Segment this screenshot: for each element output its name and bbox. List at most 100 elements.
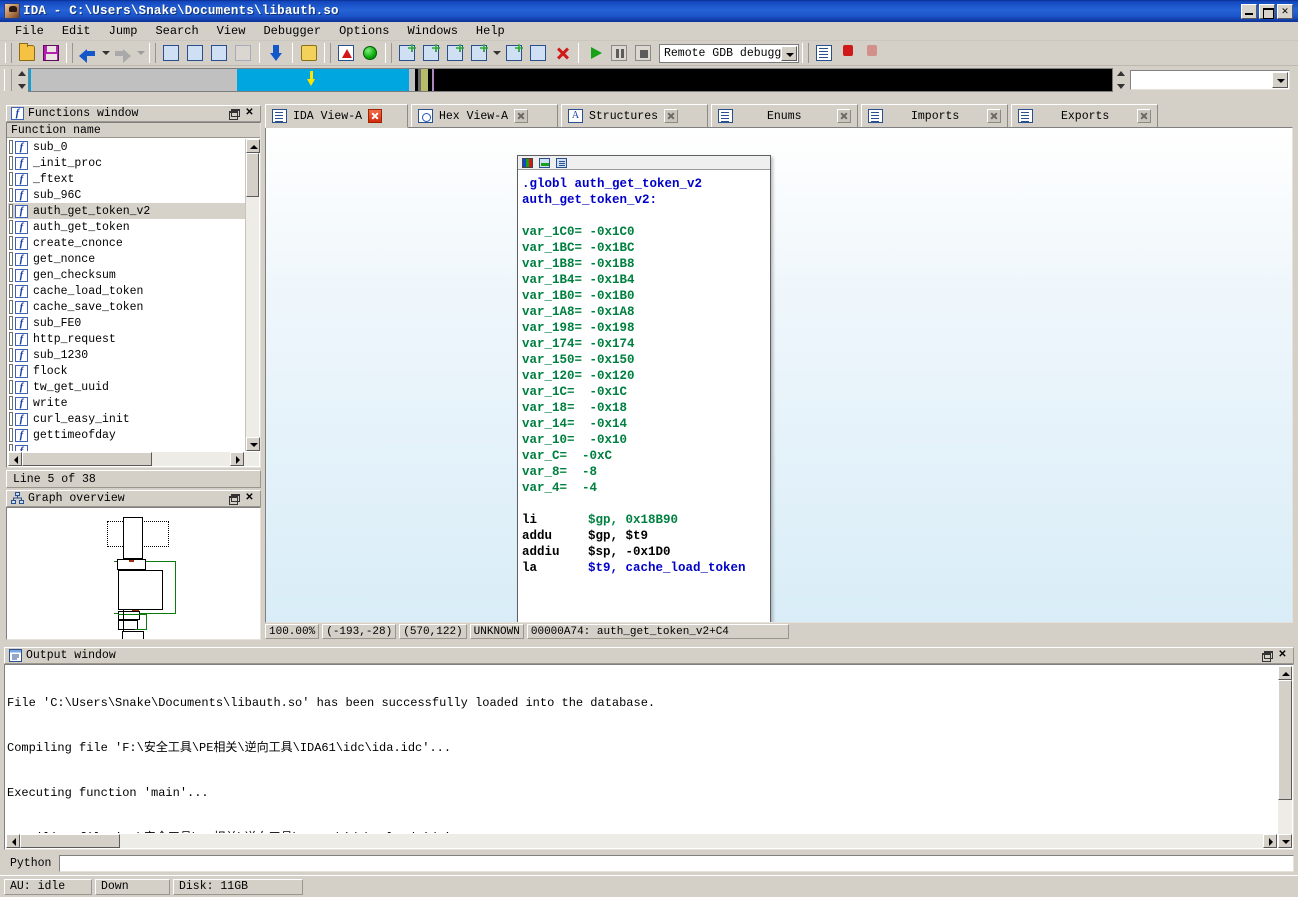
menu-view[interactable]: View <box>208 23 255 39</box>
minimize-icon[interactable] <box>1241 4 1257 19</box>
close-icon[interactable]: ✕ <box>243 107 256 120</box>
close-icon[interactable] <box>837 109 851 123</box>
close-icon[interactable] <box>987 109 1001 123</box>
functions-horizontal-scrollbar[interactable] <box>8 452 259 466</box>
forward-dropdown[interactable] <box>135 42 146 64</box>
menu-windows[interactable]: Windows <box>399 23 467 39</box>
close-icon[interactable]: ✕ <box>1277 4 1293 19</box>
block-edit-icon[interactable] <box>539 158 550 168</box>
search-again-button[interactable] <box>232 42 254 64</box>
close-icon[interactable] <box>368 109 382 123</box>
close-icon[interactable] <box>1137 109 1151 123</box>
toolbar-grip[interactable] <box>5 43 12 63</box>
scrollbar-thumb[interactable] <box>1278 680 1292 800</box>
list-item[interactable]: fcache_load_token <box>8 283 245 299</box>
list-item[interactable]: f <box>8 443 245 451</box>
list-item-selected[interactable]: fauth_get_token_v2 <box>8 203 245 219</box>
make-data-button[interactable] <box>420 42 442 64</box>
tab-imports[interactable]: Imports <box>861 104 1008 127</box>
back-dropdown[interactable] <box>100 42 111 64</box>
close-icon[interactable] <box>664 109 678 123</box>
delete-breakpoint-button[interactable] <box>861 42 883 64</box>
make-array-button[interactable] <box>503 42 525 64</box>
problems-button[interactable] <box>335 42 357 64</box>
color-bars-icon[interactable] <box>522 158 533 168</box>
restore-icon[interactable] <box>1260 649 1273 662</box>
scroll-down-button[interactable] <box>246 437 260 451</box>
menu-file[interactable]: File <box>6 23 53 39</box>
scrollbar-thumb[interactable] <box>22 452 152 466</box>
menu-help[interactable]: Help <box>467 23 514 39</box>
maximize-icon[interactable] <box>1259 4 1275 19</box>
add-breakpoint-button[interactable] <box>837 42 859 64</box>
undefine-button[interactable] <box>551 42 573 64</box>
jump-down-button[interactable] <box>265 42 287 64</box>
menu-debugger[interactable]: Debugger <box>254 23 330 39</box>
close-icon[interactable]: ✕ <box>243 492 256 505</box>
functions-vertical-scrollbar[interactable] <box>245 139 259 451</box>
restore-icon[interactable] <box>227 107 240 120</box>
list-item[interactable]: fsub_1230 <box>8 347 245 363</box>
search-hex-button[interactable] <box>160 42 182 64</box>
list-item[interactable]: fsub_FE0 <box>8 315 245 331</box>
list-item[interactable]: f_ftext <box>8 171 245 187</box>
make-code-button[interactable] <box>396 42 418 64</box>
make-struct-button[interactable] <box>468 42 490 64</box>
search-sequence-button[interactable] <box>208 42 230 64</box>
scroll-left-button[interactable] <box>6 834 20 848</box>
list-item[interactable]: fgen_checksum <box>8 267 245 283</box>
tab-ida-view-a[interactable]: IDA View-A <box>265 104 408 128</box>
function-name-column-header[interactable]: Function name <box>7 123 260 138</box>
pause-button[interactable] <box>608 42 630 64</box>
list-item[interactable]: fflock <box>8 363 245 379</box>
chevron-down-icon[interactable] <box>1272 72 1288 88</box>
forward-button[interactable] <box>112 42 134 64</box>
output-horizontal-scrollbar[interactable] <box>6 834 1277 848</box>
tab-enums[interactable]: Enums <box>711 104 858 127</box>
breakpoints-button[interactable] <box>813 42 835 64</box>
list-item[interactable]: f_init_proc <box>8 155 245 171</box>
list-item[interactable]: ftw_get_uuid <box>8 379 245 395</box>
toolbar-grip-5[interactable] <box>385 43 392 63</box>
decrypt-button[interactable] <box>298 42 320 64</box>
open-file-button[interactable] <box>16 42 38 64</box>
python-input[interactable] <box>59 855 1294 872</box>
list-item[interactable]: fhttp_request <box>8 331 245 347</box>
save-file-button[interactable] <box>40 42 62 64</box>
list-item[interactable]: fwrite <box>8 395 245 411</box>
make-ascii-button[interactable] <box>444 42 466 64</box>
tab-structures[interactable]: Structures <box>561 104 708 127</box>
navband-left-ticks[interactable] <box>16 69 26 91</box>
tab-hex-view-a[interactable]: Hex View-A <box>411 104 558 127</box>
block-list-icon[interactable] <box>556 158 567 168</box>
navband-grip[interactable] <box>4 69 12 91</box>
status-indicator[interactable] <box>359 42 381 64</box>
list-item[interactable]: fgettimeofday <box>8 427 245 443</box>
list-item[interactable]: fsub_0 <box>8 139 245 155</box>
toolbar-grip-3[interactable] <box>149 43 156 63</box>
ida-graph-view[interactable]: .globl auth_get_token_v2 auth_get_token_… <box>265 127 1293 623</box>
menu-search[interactable]: Search <box>146 23 207 39</box>
close-icon[interactable] <box>514 109 528 123</box>
menu-options[interactable]: Options <box>330 23 398 39</box>
scroll-left-button[interactable] <box>8 452 22 466</box>
functions-list[interactable]: fsub_0 f_init_proc f_ftext fsub_96C faut… <box>8 139 245 451</box>
output-vertical-scrollbar[interactable] <box>1278 666 1292 848</box>
menu-edit[interactable]: Edit <box>53 23 100 39</box>
output-log-container[interactable]: File 'C:\Users\Snake\Documents\libauth.s… <box>4 664 1294 850</box>
list-item[interactable]: fauth_get_token <box>8 219 245 235</box>
edit-function-button[interactable] <box>527 42 549 64</box>
list-item[interactable]: fcreate_cnonce <box>8 235 245 251</box>
close-icon[interactable]: ✕ <box>1276 649 1289 662</box>
navband-right-ticks[interactable] <box>1115 69 1125 91</box>
back-button[interactable] <box>77 42 99 64</box>
graph-basic-block[interactable]: .globl auth_get_token_v2 auth_get_token_… <box>517 155 771 623</box>
toolbar-grip-6[interactable] <box>802 43 809 63</box>
scroll-up-button[interactable] <box>1278 666 1292 680</box>
scroll-right-button[interactable] <box>230 452 244 466</box>
scrollbar-thumb[interactable] <box>246 153 259 197</box>
scroll-up-button[interactable] <box>246 139 260 153</box>
navigation-band[interactable] <box>28 68 1113 92</box>
graph-overview-canvas[interactable] <box>6 507 261 640</box>
chevron-down-icon[interactable] <box>781 46 797 61</box>
